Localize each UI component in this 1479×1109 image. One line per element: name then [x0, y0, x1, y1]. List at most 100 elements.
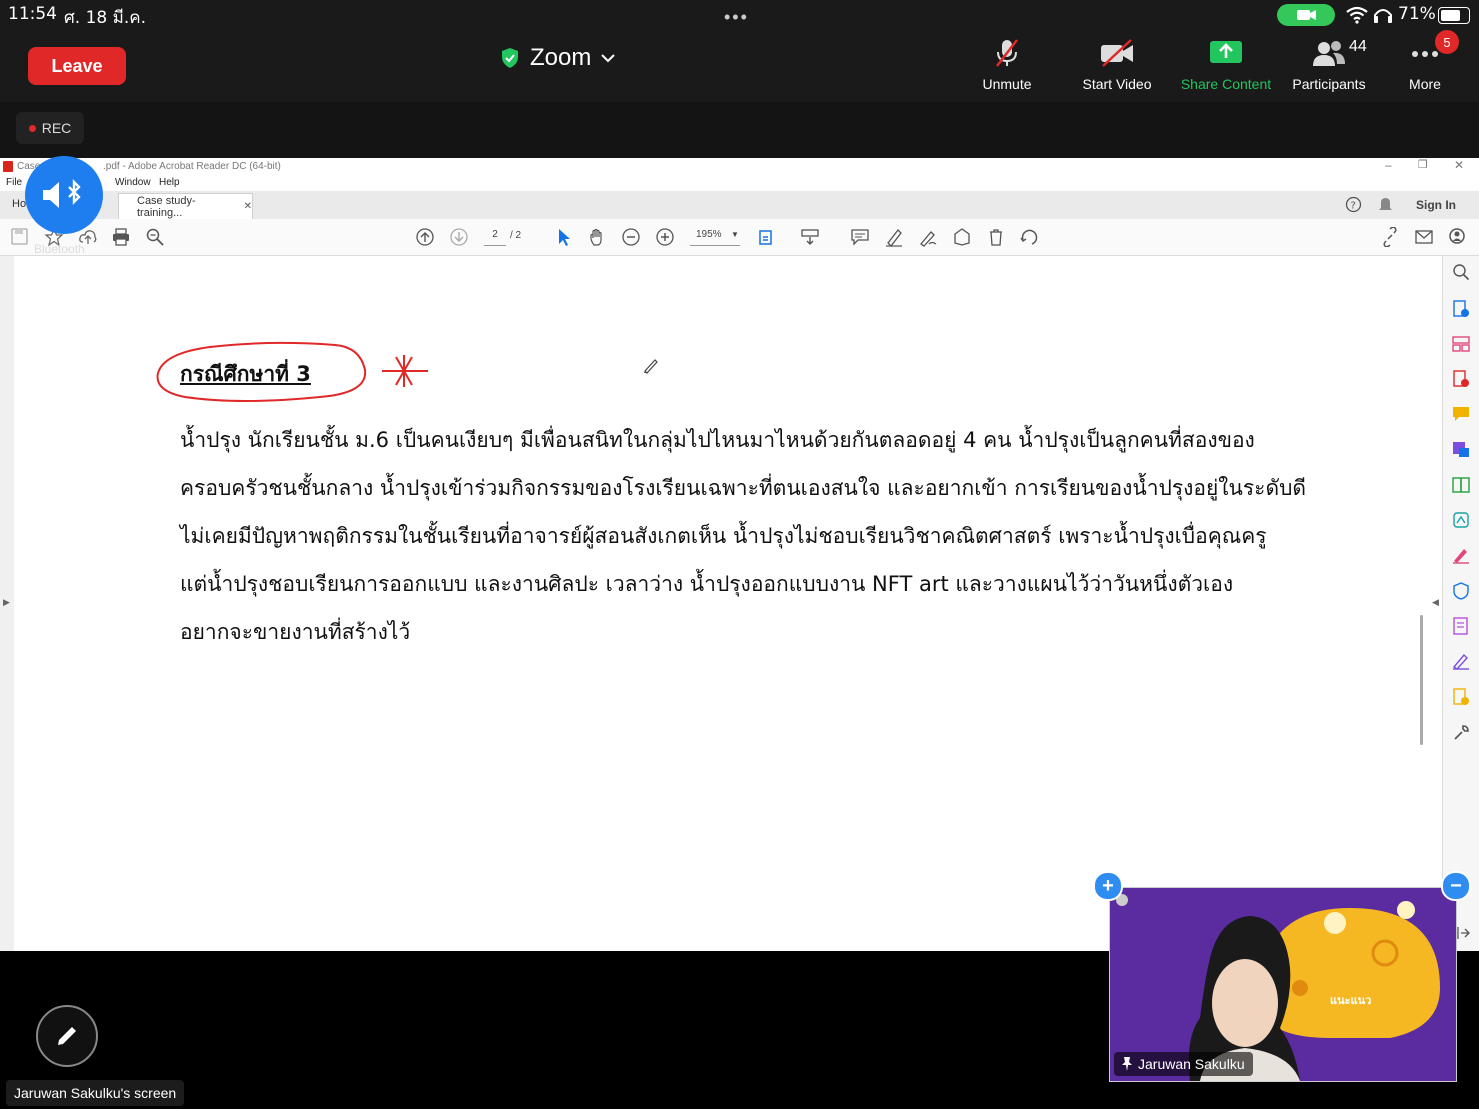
enhance-scans-icon[interactable] [1452, 511, 1470, 529]
highlight-pen-icon[interactable] [884, 227, 904, 247]
annotate-button[interactable] [36, 1005, 98, 1067]
page-number-input[interactable]: 2 [484, 229, 506, 246]
recording-bar [0, 102, 1479, 158]
bluetooth-label: Bluetooth [34, 242, 85, 256]
minimize-icon[interactable]: – [1385, 158, 1392, 172]
speaker-bluetooth-icon [43, 179, 81, 208]
save-icon[interactable] [10, 227, 30, 247]
next-page-icon[interactable] [449, 227, 469, 247]
combine-files-icon[interactable] [1452, 476, 1470, 494]
share-content-label: Share Content [1180, 76, 1272, 92]
scroll-mode-icon[interactable] [800, 227, 820, 247]
meeting-title[interactable]: Zoom [500, 44, 616, 72]
participants-label: Participants [1292, 76, 1366, 92]
battery-percent: 71% [1398, 4, 1436, 24]
fill-sign-icon[interactable] [1452, 546, 1470, 564]
menu-file[interactable]: File [6, 177, 22, 188]
stamp-icon[interactable] [952, 227, 972, 247]
pin-icon [1122, 1057, 1132, 1071]
participants-icon [1313, 41, 1345, 66]
more-notification-badge: 5 [1435, 30, 1459, 54]
comment-tool-icon[interactable] [1452, 405, 1470, 423]
wifi-icon [1346, 6, 1368, 29]
organize-pages-icon[interactable] [1452, 335, 1470, 353]
participant-name-tag: Jaruwan Sakulku [1114, 1052, 1253, 1076]
share-link-icon[interactable] [1380, 227, 1400, 247]
zoom-level-select[interactable]: 195% ▼ [690, 229, 740, 246]
document-paragraph-line-3: ไม่เคยมีปัญหาพฤติกรรมในชั้นเรียนที่อาจาร… [180, 524, 1267, 548]
prepare-form-icon[interactable] [1452, 617, 1470, 635]
more-label: More [1409, 76, 1441, 92]
more-button[interactable]: More [1375, 38, 1475, 98]
rec-label: REC [41, 120, 72, 136]
previous-page-icon[interactable] [415, 227, 435, 247]
zoom-out-icon[interactable] [621, 227, 641, 247]
minimize-video-button[interactable]: − [1441, 871, 1471, 901]
sign-pen-icon[interactable] [918, 227, 938, 247]
participants-count: 44 [1349, 38, 1367, 55]
unmute-button[interactable]: Unmute [957, 38, 1057, 98]
search-icon[interactable] [145, 227, 165, 247]
rotate-icon[interactable] [1019, 227, 1039, 247]
meeting-title-text: Zoom [530, 44, 592, 71]
create-pdf-icon[interactable] [1452, 300, 1470, 318]
acrobat-logo-icon [3, 161, 13, 172]
fit-page-icon[interactable] [757, 227, 777, 247]
close-window-icon[interactable]: ✕ [1454, 158, 1464, 172]
chevron-down-icon: ▼ [731, 230, 739, 239]
more-tools-wrench-icon[interactable] [1452, 724, 1470, 742]
zoom-level-value: 195% [696, 229, 722, 240]
expand-left-panel-icon[interactable]: ▶ [3, 597, 10, 608]
recording-dot-icon [28, 124, 36, 132]
collapse-right-panel-icon[interactable]: ◀ [1432, 597, 1439, 608]
help-icon[interactable]: ? [1345, 196, 1362, 213]
pencil-icon [58, 1027, 76, 1045]
start-video-button[interactable]: Start Video [1067, 38, 1167, 98]
export-pdf-icon[interactable] [1452, 370, 1470, 388]
expand-video-button[interactable]: + [1093, 871, 1123, 901]
select-cursor-icon[interactable] [554, 227, 574, 247]
tab-home[interactable]: Ho [12, 198, 26, 210]
comment-icon[interactable] [850, 227, 870, 247]
document-paragraph-line-1: น้ำปรุง นักเรียนชั้น ม.6 เป็นคนเงียบๆ มี… [180, 428, 1255, 452]
tab-case-study[interactable]: Case study-training... ✕ [118, 193, 253, 219]
pdf-scrollbar[interactable] [1420, 615, 1423, 745]
tab-close-icon[interactable]: ✕ [244, 201, 252, 212]
pencil-cursor-icon [644, 359, 658, 374]
headphones-icon [1372, 6, 1394, 29]
unmute-label: Unmute [982, 76, 1032, 92]
notification-bell-icon[interactable] [1378, 196, 1393, 213]
request-signature-icon[interactable] [1452, 652, 1470, 670]
encryption-shield-icon [502, 48, 518, 68]
acrobat-title-text: .pdf - Adobe Acrobat Reader DC (64-bit) [103, 161, 281, 172]
document-paragraph-line-5: อยากจะขายงานที่สร้างไว้ [180, 620, 411, 644]
document-paragraph-line-4: แต่น้ำปรุงชอบเรียนการออกแบบ และงานศิลปะ … [180, 572, 1234, 596]
edit-pdf-icon[interactable] [1452, 440, 1470, 458]
print-icon[interactable] [111, 227, 131, 247]
zoom-in-icon[interactable] [655, 227, 675, 247]
zoom-search-icon[interactable] [1452, 263, 1470, 281]
delete-icon[interactable] [986, 227, 1006, 247]
recording-indicator[interactable]: REC [16, 112, 84, 144]
sign-in-link[interactable]: Sign In [1416, 198, 1456, 212]
case-study-heading: กรณีศึกษาที่ 3 [180, 362, 311, 386]
bluetooth-audio-bubble[interactable] [25, 156, 103, 234]
share-content-button[interactable]: Share Content [1176, 38, 1276, 98]
leave-button[interactable]: Leave [28, 47, 126, 85]
poster-connect-text: CONNECT [1328, 1004, 1421, 1029]
acrobat-title-bar: Case .pdf - Adobe Acrobat Reader DC (64-… [0, 158, 1479, 175]
chevron-down-icon [601, 54, 616, 63]
restore-icon[interactable]: ❐ [1418, 158, 1428, 171]
panel-collapse-arrow-icon[interactable] [1456, 926, 1470, 940]
email-icon[interactable] [1414, 227, 1434, 247]
send-for-review-icon[interactable] [1452, 688, 1470, 706]
multitask-dots-icon[interactable]: ••• [724, 7, 749, 28]
svg-text:?: ? [1351, 201, 1356, 212]
user-share-icon[interactable] [1448, 227, 1468, 247]
hand-tool-icon[interactable] [588, 227, 608, 247]
menu-window[interactable]: Window [115, 177, 151, 188]
protect-shield-icon[interactable] [1452, 582, 1470, 600]
page-total: / 2 [510, 230, 522, 241]
participant-name: Jaruwan Sakulku [1138, 1056, 1245, 1072]
menu-help[interactable]: Help [159, 177, 180, 188]
